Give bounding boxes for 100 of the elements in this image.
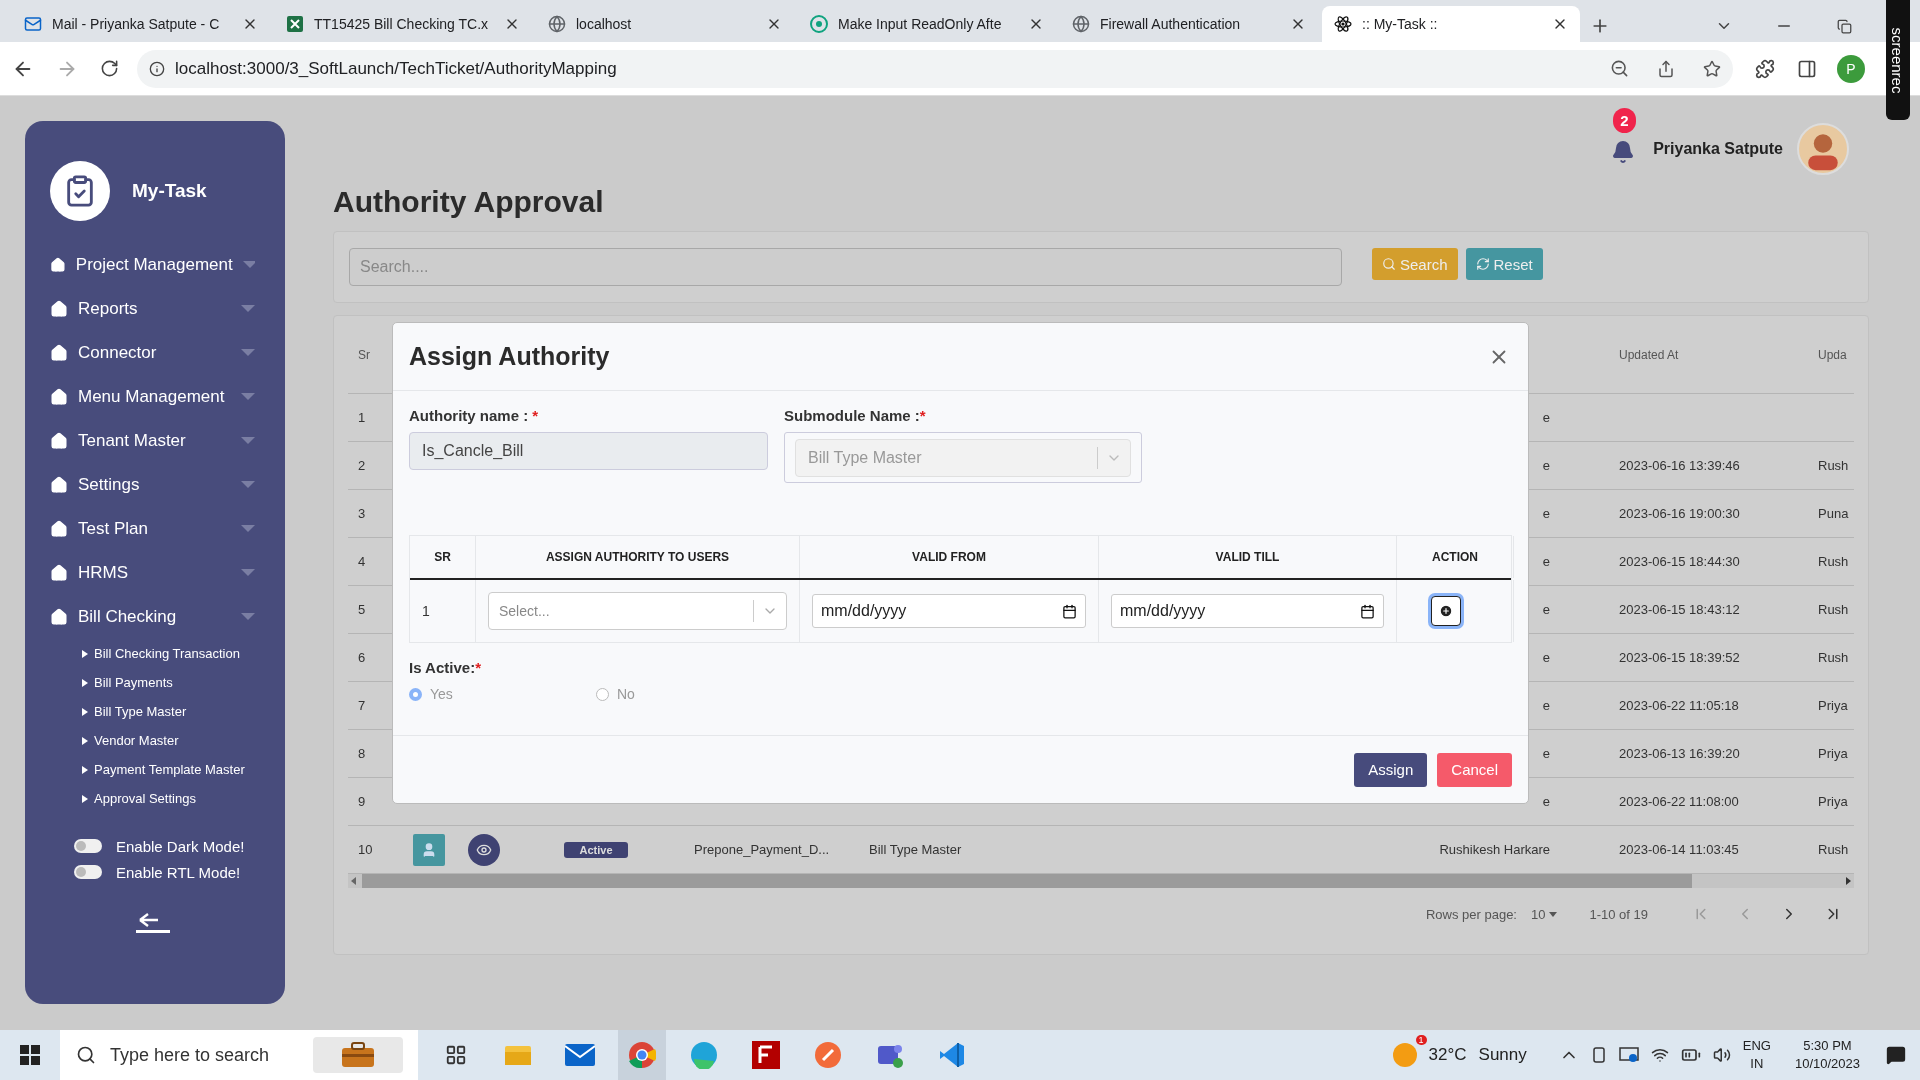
table-cell: e — [1542, 458, 1550, 473]
task-view-icon[interactable] — [445, 1044, 467, 1066]
ftp-client-icon[interactable] — [752, 1041, 780, 1069]
zoom-icon[interactable] — [1610, 59, 1629, 78]
globe-icon — [548, 15, 566, 33]
table-cell: Priya — [1818, 746, 1848, 761]
profile-avatar[interactable]: P — [1837, 54, 1865, 83]
table-cell: e — [1542, 410, 1550, 425]
caret-right-icon — [82, 736, 88, 745]
sidebar-item[interactable]: Connector — [50, 331, 285, 375]
column-header: SR — [410, 536, 476, 578]
add-row-button[interactable] — [1431, 596, 1461, 626]
table-cell: Bill Type Master — [869, 842, 962, 857]
table-cell-text: 5 — [357, 602, 367, 617]
browser-tab[interactable]: Firewall Authentication — [1060, 6, 1318, 42]
mail-icon[interactable] — [565, 1044, 595, 1066]
table-cell: e — [1542, 602, 1550, 617]
sidebar-item[interactable]: Test Plan — [50, 507, 285, 551]
pen-app-icon[interactable] — [814, 1041, 842, 1069]
refresh-icon — [1475, 257, 1490, 271]
windows-start-icon[interactable] — [20, 1045, 40, 1065]
sidebar-item[interactable]: Menu Management — [50, 375, 285, 419]
sidebar-item[interactable]: Reports — [50, 287, 285, 331]
device-icon[interactable] — [1590, 1046, 1607, 1064]
assign-button[interactable]: Assign — [1354, 752, 1428, 787]
notification-badge: 2 — [1613, 108, 1636, 133]
spreadsheet-icon — [286, 15, 304, 33]
date-field[interactable]: mm/dd/yyyy — [812, 594, 1086, 628]
share-icon[interactable] — [1657, 59, 1675, 78]
restore-icon[interactable] — [1836, 18, 1852, 34]
wifi-icon[interactable] — [1650, 1046, 1669, 1064]
search-field[interactable]: Search.... — [349, 248, 1342, 286]
scroll-right-icon[interactable] — [1844, 877, 1852, 885]
search-icon — [76, 1045, 96, 1065]
sidebar-subitem[interactable]: Bill Payments — [50, 668, 285, 697]
user-select[interactable]: Select... — [488, 592, 787, 630]
table-cell: 2023-06-15 18:43:12 — [1619, 602, 1740, 617]
code-editor-icon[interactable] — [938, 1041, 966, 1069]
collapse-arrow-icon[interactable] — [135, 911, 170, 933]
brand-name: My-Task — [132, 180, 207, 202]
toggle-switch[interactable] — [74, 839, 102, 853]
sidebar-item[interactable]: HRMS — [50, 551, 285, 595]
browser-tab[interactable]: TT15425 Bill Checking TC.x — [274, 6, 532, 42]
browser-tab[interactable]: Make Input ReadOnly Afte — [798, 6, 1056, 42]
language-indicator[interactable]: ENG IN — [1742, 1037, 1771, 1073]
side-panel-icon[interactable] — [1797, 58, 1817, 79]
view-button[interactable] — [468, 833, 500, 866]
table-cell: e — [1542, 650, 1550, 665]
reload-icon[interactable] — [100, 59, 119, 78]
weather-condition: Sunny — [1478, 1045, 1527, 1065]
browser-tab[interactable]: :: My-Task :: — [1322, 6, 1580, 42]
caret-down-icon — [241, 613, 255, 621]
browser-tab[interactable]: Mail - Priyanka Satpute - C — [12, 6, 270, 42]
table-cell: 2023-06-15 18:39:52 — [1619, 650, 1740, 665]
table-cell: 2023-06-16 13:39:46 — [1619, 458, 1740, 473]
recorder-tab[interactable]: screenrec — [1886, 0, 1910, 120]
sidebar-subitem[interactable]: Bill Type Master — [50, 697, 285, 726]
user-avatar[interactable] — [1797, 123, 1849, 175]
caret-down-icon — [242, 261, 255, 269]
clock[interactable]: 5:30 PM 10/10/2023 — [1794, 1037, 1860, 1073]
table-cell: Rush — [1818, 554, 1849, 569]
extensions-icon[interactable] — [1755, 58, 1775, 79]
browser-icon[interactable] — [628, 1041, 656, 1069]
horizontal-scrollbar[interactable] — [348, 874, 1854, 888]
table-cell: Prepone_Payment_D... — [694, 842, 830, 857]
sidebar-subitem[interactable]: Vendor Master — [50, 726, 285, 755]
calendar-icon — [1062, 603, 1077, 619]
scroll-left-icon[interactable] — [350, 877, 358, 885]
table-cell-text: 2 — [357, 458, 367, 473]
sidebar-item[interactable]: Project Management — [50, 243, 285, 287]
bell-icon[interactable] — [1611, 140, 1636, 164]
home-icon — [50, 300, 68, 318]
rows-per-page-label: Rows per page: — [1425, 906, 1517, 922]
home-icon — [50, 256, 66, 274]
taskbar-button[interactable] — [618, 1030, 666, 1080]
weather-alert-badge: 1 — [1415, 1035, 1427, 1045]
browser-tab[interactable]: localhost — [536, 6, 794, 42]
toggle-label: Enable RTL Mode! — [116, 863, 241, 881]
sidebar-item[interactable]: Settings — [50, 463, 285, 507]
address-bar[interactable]: localhost:3000/3_SoftLaunch/TechTicket/AuthorityMapping — [137, 49, 1733, 88]
temperature-text: 32°C — [1428, 1045, 1467, 1065]
sidebar-subitem[interactable]: Payment Template Master — [50, 755, 285, 784]
date-field[interactable]: mm/dd/yyyy — [1111, 594, 1384, 628]
rows-per-page-select[interactable]: 10 — [1531, 906, 1558, 922]
volume-icon[interactable] — [1712, 1046, 1731, 1064]
sidebar-subitem[interactable]: Bill Checking Transaction — [50, 639, 285, 668]
sidebar-item[interactable]: Tenant Master — [50, 419, 285, 463]
bookmark-star-icon[interactable] — [1703, 59, 1721, 78]
briefcase-icon — [340, 1041, 377, 1069]
sidebar-item[interactable]: Bill Checking — [50, 595, 285, 639]
toggle-switch[interactable] — [74, 865, 102, 879]
caret-down-icon — [241, 525, 255, 533]
taskbar-search-field[interactable]: Type here to search — [60, 1030, 418, 1080]
table-cell: Rush — [1818, 842, 1849, 857]
authority-name-field[interactable]: Is_Cancle_Bill — [409, 432, 768, 470]
monitor-icon[interactable] — [1618, 1046, 1639, 1064]
notifications-icon[interactable] — [1886, 1045, 1906, 1065]
caret-right-icon — [82, 649, 88, 658]
table-cell: e — [1542, 746, 1550, 761]
sidebar-subitem[interactable]: Approval Settings — [50, 784, 285, 813]
